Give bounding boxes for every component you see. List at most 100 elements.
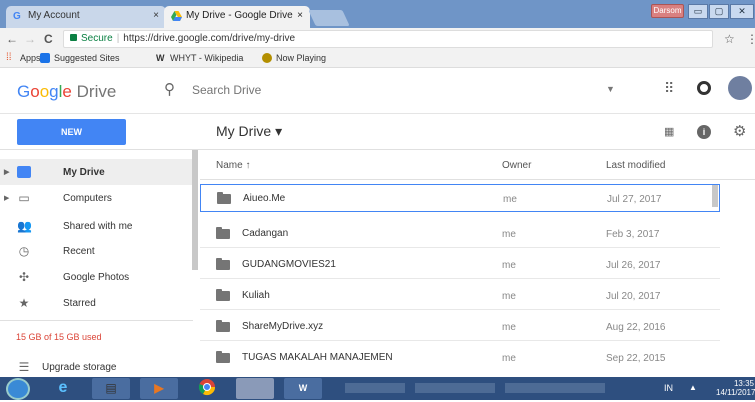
- language-indicator[interactable]: IN: [664, 383, 673, 393]
- start-button[interactable]: [6, 378, 30, 400]
- file-modified: Jul 27, 2017: [607, 194, 662, 205]
- maximize-button[interactable]: ▢: [709, 4, 729, 19]
- search-input[interactable]: [192, 79, 712, 101]
- column-owner[interactable]: Owner: [502, 160, 531, 171]
- settings-gear-icon[interactable]: ⚙: [733, 122, 746, 140]
- table-row[interactable]: ShareMyDrive.xyz me Aug 22, 2016: [200, 313, 720, 341]
- bookmarks-bar: ⁞⁞ Apps Suggested Sites W WHYT - Wikiped…: [0, 50, 755, 68]
- file-name: TUGAS MAKALAH MANAJEMEN: [242, 352, 393, 363]
- file-name: GUDANGMOVIES21: [242, 259, 336, 270]
- media-player-icon[interactable]: ▶: [140, 378, 178, 399]
- sidebar-item-label: My Drive: [63, 166, 105, 178]
- folder-icon: [216, 227, 230, 239]
- bookmark-label: Now Playing: [276, 53, 327, 63]
- info-icon[interactable]: i: [697, 125, 711, 139]
- search-options-icon[interactable]: ▼: [606, 84, 615, 94]
- new-button[interactable]: NEW: [17, 119, 126, 145]
- sidebar-item-my-drive[interactable]: ▶ My Drive: [0, 159, 193, 185]
- sidebar-item-recent[interactable]: ◷ Recent: [0, 238, 193, 264]
- folder-icon: [216, 351, 230, 363]
- minimize-button[interactable]: ▭: [688, 4, 708, 19]
- new-tab-button[interactable]: [308, 10, 350, 26]
- avatar[interactable]: [728, 76, 752, 100]
- storage-usage: 15 GB of 15 GB used: [16, 332, 102, 342]
- file-explorer-icon[interactable]: ▤: [92, 378, 130, 399]
- column-last-modified[interactable]: Last modified: [606, 160, 665, 171]
- file-name: Aiueo.Me: [243, 193, 286, 204]
- table-row[interactable]: Aiueo.Me me Jul 27, 2017: [200, 184, 720, 212]
- close-window-button[interactable]: ✕: [730, 4, 754, 19]
- tab-close-icon[interactable]: ×: [153, 10, 159, 21]
- table-row[interactable]: GUDANGMOVIES21 me Jul 26, 2017: [200, 251, 720, 279]
- logo-letter: g: [49, 82, 59, 101]
- address-bar[interactable]: Secure | https://drive.google.com/drive/my…: [63, 30, 713, 48]
- notifications-icon[interactable]: [697, 81, 711, 95]
- tray-expand-icon[interactable]: ▲: [689, 383, 697, 392]
- apps-grid-icon[interactable]: ⠿: [664, 80, 674, 97]
- breadcrumb[interactable]: My Drive ▾: [216, 123, 282, 140]
- logo-product: Drive: [76, 82, 117, 101]
- grid-view-icon[interactable]: ▦: [664, 125, 674, 138]
- folder-icon: [216, 320, 230, 332]
- table-row[interactable]: Kuliah me Jul 20, 2017: [200, 282, 720, 310]
- tab-label: My Drive - Google Drive: [186, 10, 293, 21]
- tab-my-drive[interactable]: My Drive - Google Drive ×: [164, 6, 310, 28]
- word-icon[interactable]: W: [284, 378, 322, 399]
- chrome-icon[interactable]: [188, 378, 226, 399]
- file-list-header: Name ↑ Owner Last modified: [200, 150, 755, 180]
- sidebar-item-starred[interactable]: ★ Starred: [0, 290, 193, 316]
- folder-taskbar-icon[interactable]: [236, 378, 274, 399]
- bookmark-label: WHYT - Wikipedia: [170, 53, 244, 63]
- reload-button[interactable]: C: [44, 32, 53, 46]
- sidebar-scrollbar[interactable]: [192, 150, 198, 270]
- taskbar-item[interactable]: [505, 383, 605, 393]
- file-modified: Aug 22, 2016: [606, 322, 666, 333]
- star-icon: ★: [18, 296, 30, 310]
- system-clock[interactable]: 13:35 14/11/2017: [716, 379, 755, 397]
- profile-chip[interactable]: Darsom: [651, 4, 684, 18]
- file-owner: me: [502, 322, 516, 333]
- tab-close-icon[interactable]: ×: [297, 10, 303, 21]
- expand-arrow-icon[interactable]: ▶: [4, 194, 9, 202]
- bing-icon: [40, 53, 50, 63]
- file-owner: me: [502, 260, 516, 271]
- file-list-scrollbar[interactable]: [712, 185, 718, 207]
- column-name[interactable]: Name ↑: [216, 160, 250, 171]
- tab-my-account[interactable]: G My Account ×: [6, 6, 166, 28]
- sidebar-item-computers[interactable]: ▶ ▭ Computers: [0, 185, 193, 211]
- bookmark-apps[interactable]: ⁞⁞ Apps: [6, 53, 41, 64]
- table-row[interactable]: TUGAS MAKALAH MANAJEMEN me Sep 22, 2015: [200, 344, 720, 372]
- logo-letter: o: [39, 82, 50, 101]
- tab-label: My Account: [28, 10, 80, 21]
- file-modified: Sep 22, 2015: [606, 353, 666, 364]
- sidebar-divider: [0, 320, 193, 321]
- file-modified: Feb 3, 2017: [606, 229, 660, 240]
- internet-explorer-icon[interactable]: e: [44, 378, 82, 399]
- bookmark-wikipedia[interactable]: W WHYT - Wikipedia: [156, 53, 243, 63]
- computer-icon: ▭: [18, 191, 30, 205]
- sidebar-item-shared[interactable]: 👥 Shared with me: [0, 213, 193, 239]
- sidebar-item-photos[interactable]: ✣ Google Photos: [0, 264, 193, 290]
- search-icon[interactable]: ⚲: [164, 80, 175, 98]
- back-button[interactable]: ←: [6, 32, 18, 46]
- folder-icon: [216, 289, 230, 301]
- folder-icon: [217, 192, 231, 204]
- folder-icon: [216, 258, 230, 270]
- now-playing-icon: [262, 53, 272, 63]
- file-owner: me: [503, 194, 517, 205]
- taskbar-item[interactable]: [415, 383, 495, 393]
- taskbar-item[interactable]: [345, 383, 405, 393]
- clock-time: 13:35: [733, 379, 754, 388]
- bookmark-suggested-sites[interactable]: Suggested Sites: [40, 53, 120, 63]
- google-drive-logo[interactable]: Google Drive: [17, 82, 116, 102]
- browser-menu-icon[interactable]: ⋮: [746, 32, 755, 46]
- forward-button[interactable]: →: [24, 32, 36, 46]
- file-name: ShareMyDrive.xyz: [242, 321, 324, 332]
- browser-toolbar: ← → C Secure | https://drive.google.com/dr…: [0, 28, 755, 50]
- file-owner: me: [502, 291, 516, 302]
- bookmark-star-icon[interactable]: ☆: [724, 32, 735, 46]
- file-owner: me: [502, 353, 516, 364]
- expand-arrow-icon[interactable]: ▶: [4, 168, 9, 176]
- table-row[interactable]: Cadangan me Feb 3, 2017: [200, 220, 720, 248]
- bookmark-now-playing[interactable]: Now Playing: [262, 53, 326, 63]
